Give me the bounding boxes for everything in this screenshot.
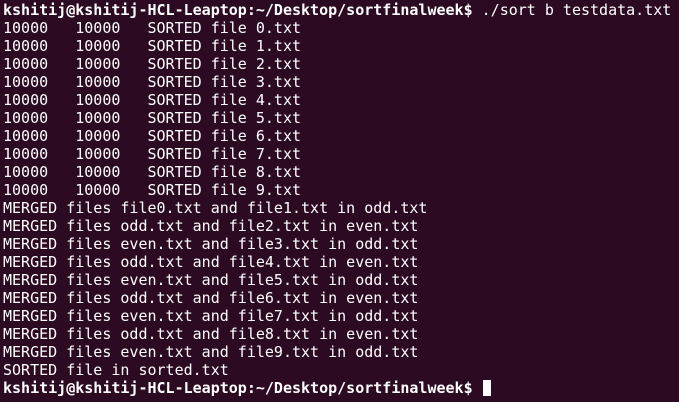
- prompt-line: kshitij@kshitij-HCL-Leaptop:~/Desktop/so…: [3, 1, 676, 19]
- output-line: 10000 10000 SORTED file 8.txt: [3, 163, 302, 181]
- output-line: MERGED files even.txt and file3.txt in o…: [3, 235, 419, 253]
- prompt-line: kshitij@kshitij-HCL-Leaptop:~/Desktop/so…: [3, 379, 676, 397]
- shell-prompt: kshitij@kshitij-HCL-Leaptop:~/Desktop/so…: [3, 1, 473, 19]
- command-text: [473, 379, 482, 397]
- output-line: MERGED files even.txt and file9.txt in o…: [3, 343, 419, 361]
- output-line: 10000 10000 SORTED file 2.txt: [3, 55, 302, 73]
- command-text: ./sort b testdata.txt: [472, 1, 672, 19]
- output-line: MERGED files odd.txt and file4.txt in ev…: [3, 253, 419, 271]
- output-line: 10000 10000 SORTED file 4.txt: [3, 91, 302, 109]
- output-line: 10000 10000 SORTED file 7.txt: [3, 145, 302, 163]
- shell-prompt: kshitij@kshitij-HCL-Leaptop:~/Desktop/so…: [3, 379, 473, 397]
- output-line: 10000 10000 SORTED file 1.txt: [3, 37, 302, 55]
- output-line: MERGED files file0.txt and file1.txt in …: [3, 199, 428, 217]
- output-line: 10000 10000 SORTED file 9.txt: [3, 181, 302, 199]
- output-line: MERGED files odd.txt and file6.txt in ev…: [3, 289, 419, 307]
- output-line: MERGED files odd.txt and file2.txt in ev…: [3, 217, 419, 235]
- text-cursor[interactable]: [482, 380, 491, 396]
- output-line: 10000 10000 SORTED file 3.txt: [3, 73, 302, 91]
- output-line: 10000 10000 SORTED file 6.txt: [3, 127, 302, 145]
- output-line: MERGED files even.txt and file5.txt in o…: [3, 271, 419, 289]
- output-line: MERGED files even.txt and file7.txt in o…: [3, 307, 419, 325]
- terminal-window[interactable]: kshitij@kshitij-HCL-Leaptop:~/Desktop/so…: [0, 0, 679, 402]
- output-line: 10000 10000 SORTED file 0.txt: [3, 19, 302, 37]
- output-line: SORTED file in sorted.txt: [3, 361, 229, 379]
- output-line: 10000 10000 SORTED file 5.txt: [3, 109, 302, 127]
- output-line: MERGED files odd.txt and file8.txt in ev…: [3, 325, 419, 343]
